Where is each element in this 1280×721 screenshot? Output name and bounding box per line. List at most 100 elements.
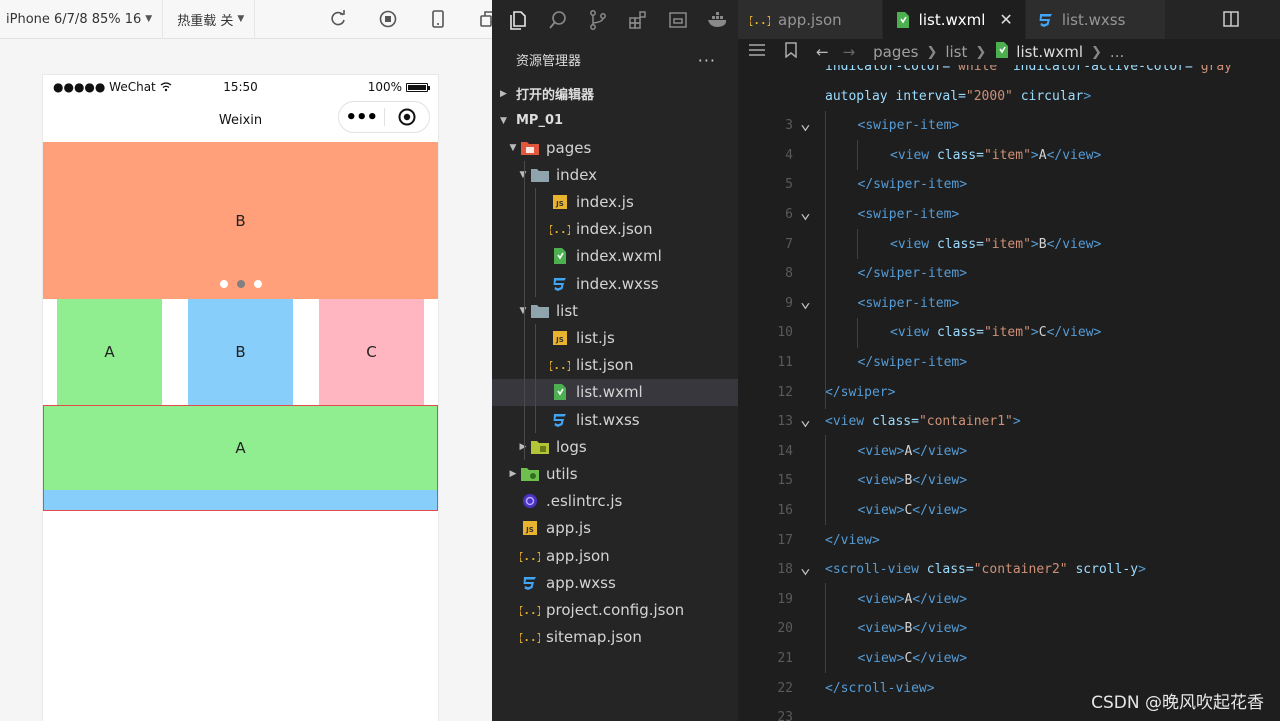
line-number: 17 — [777, 532, 793, 548]
tree-item[interactable]: JS index.js — [492, 188, 738, 215]
editor-tab[interactable]: list.wxss — [1025, 0, 1167, 39]
fold-chevron-icon[interactable]: ⌄ — [800, 202, 811, 223]
tree-item[interactable]: JS list.js — [492, 324, 738, 351]
line-number: 12 — [777, 384, 793, 400]
file-tree: ▼ pages ▼ index JS index.js {..} index.json inde… — [492, 134, 738, 654]
code-line: 17 </view> — [738, 526, 1280, 556]
tree-item[interactable]: ▶ logs — [492, 433, 738, 460]
json-file-icon: {..} — [750, 12, 770, 28]
source-control-icon[interactable] — [578, 0, 618, 39]
device-selector[interactable]: iPhone 6/7/8 85% 16 ▼ — [0, 0, 164, 39]
line-number: 13 — [777, 414, 793, 430]
swiper[interactable]: B — [43, 142, 438, 299]
json-file-icon: {..} — [520, 628, 540, 646]
swiper-indicator — [43, 280, 438, 288]
outline-icon[interactable] — [658, 0, 698, 39]
json-file-icon: {..} — [550, 356, 570, 374]
code-text: <view>B</view> — [857, 621, 968, 637]
folder-icon — [530, 438, 550, 456]
record-icon[interactable] — [384, 102, 429, 132]
indent-guide — [857, 140, 858, 170]
more-actions-icon[interactable]: ··· — [698, 51, 716, 70]
json-file-icon: {..} — [550, 220, 570, 238]
code-text: <view class="item">C</view> — [890, 325, 1102, 341]
tree-item[interactable]: ▼ index — [492, 161, 738, 188]
line-number: 19 — [777, 591, 793, 607]
line-number: 21 — [777, 651, 793, 666]
code-text: <view>A</view> — [857, 591, 968, 607]
chevron-down-icon: ▼ — [500, 115, 507, 126]
chevron-right-icon: ▶ — [509, 468, 517, 479]
folder-icon — [530, 166, 550, 184]
hot-reload-selector[interactable]: 热重载 关 ▼ — [163, 0, 256, 39]
list-icon[interactable] — [748, 43, 766, 61]
svg-text:JS: JS — [555, 200, 564, 208]
container2-item — [44, 490, 437, 510]
tree-item[interactable]: list.wxss — [492, 406, 738, 433]
line-number: 6 — [785, 207, 793, 222]
editor-tab[interactable]: list.wxml ✕ — [882, 0, 1026, 39]
more-menu-icon[interactable]: ••• — [339, 102, 384, 132]
tree-item[interactable]: {..} index.json — [492, 216, 738, 243]
stop-icon[interactable] — [363, 0, 413, 39]
editor-tab-label: app.json — [778, 10, 842, 29]
wxml-file-icon — [895, 11, 911, 29]
fold-chevron-icon[interactable]: ⌄ — [800, 291, 811, 312]
close-icon[interactable]: ✕ — [999, 10, 1012, 29]
folder-icon — [520, 465, 540, 483]
line-number: 22 — [777, 680, 793, 696]
code-text: </scroll-view> — [825, 680, 935, 696]
editor-tab[interactable]: {..} app.json — [738, 0, 883, 39]
breadcrumb-part[interactable]: list — [945, 43, 967, 61]
breadcrumb-file[interactable]: list.wxml — [994, 41, 1083, 63]
forward-arrow-icon[interactable]: → — [843, 43, 856, 61]
tree-item[interactable]: ▶ utils — [492, 460, 738, 487]
tree-item[interactable]: {..} sitemap.json — [492, 624, 738, 651]
swiper-dot[interactable] — [219, 280, 228, 288]
tree-item[interactable]: {..} app.json — [492, 542, 738, 569]
tree-item[interactable]: .eslintrc.js — [492, 488, 738, 515]
tree-item[interactable]: ▼ pages — [492, 134, 738, 161]
tree-item[interactable]: list.wxml — [492, 378, 738, 406]
code-line: 19 <view>A</view> — [738, 585, 1280, 615]
fold-chevron-icon[interactable]: ⌄ — [800, 557, 811, 578]
files-icon[interactable] — [498, 0, 538, 39]
search-icon[interactable] — [538, 0, 578, 39]
device-label: iPhone 6/7/8 85% 16 — [6, 11, 142, 27]
tree-item[interactable]: {..} project.config.json — [492, 596, 738, 623]
phone-icon[interactable] — [413, 0, 463, 39]
project-section[interactable]: ▼ MP_01 — [492, 107, 738, 134]
swiper-dot[interactable] — [236, 280, 245, 288]
back-arrow-icon[interactable]: ← — [816, 43, 829, 61]
tree-item[interactable]: app.wxss — [492, 569, 738, 596]
editor-tab-label: list.wxml — [918, 10, 986, 29]
bookmark-icon[interactable] — [784, 42, 798, 62]
svg-text:{..}: {..} — [520, 604, 540, 617]
split-editor-icon[interactable] — [1222, 10, 1240, 32]
code-text: indicator-color="white" indicator-active… — [825, 65, 1240, 74]
svg-text:{..}: {..} — [750, 14, 770, 27]
code-text: <view class="item">A</view> — [890, 147, 1102, 163]
docker-icon[interactable] — [698, 0, 738, 39]
indent-guide — [535, 324, 536, 433]
tree-item[interactable]: index.wxss — [492, 270, 738, 297]
refresh-icon[interactable] — [313, 0, 363, 39]
container1-item: A — [57, 299, 162, 405]
breadcrumb-part[interactable]: pages — [873, 43, 918, 61]
tree-item[interactable]: ▼ list — [492, 297, 738, 324]
open-editors-section[interactable]: ▶ 打开的编辑器 — [492, 80, 738, 107]
watermark: CSDN @晚风吹起花香 — [1091, 693, 1264, 713]
swiper-dot[interactable] — [253, 280, 262, 288]
code-editor[interactable]: indicator-color="white" indicator-active… — [738, 65, 1280, 721]
container2-scroll-view[interactable]: A — [43, 405, 438, 511]
tree-item[interactable]: JS app.js — [492, 515, 738, 542]
code-text: <swiper-item> — [857, 207, 960, 222]
tree-item-label: .eslintrc.js — [546, 492, 623, 511]
fold-chevron-icon[interactable]: ⌄ — [800, 409, 811, 430]
tree-item[interactable]: index.wxml — [492, 243, 738, 270]
indent-guide — [825, 435, 826, 525]
extensions-icon[interactable] — [618, 0, 658, 39]
code-text: <swiper-item> — [857, 295, 960, 311]
fold-chevron-icon[interactable]: ⌄ — [800, 113, 811, 134]
tree-item[interactable]: {..} list.json — [492, 352, 738, 379]
